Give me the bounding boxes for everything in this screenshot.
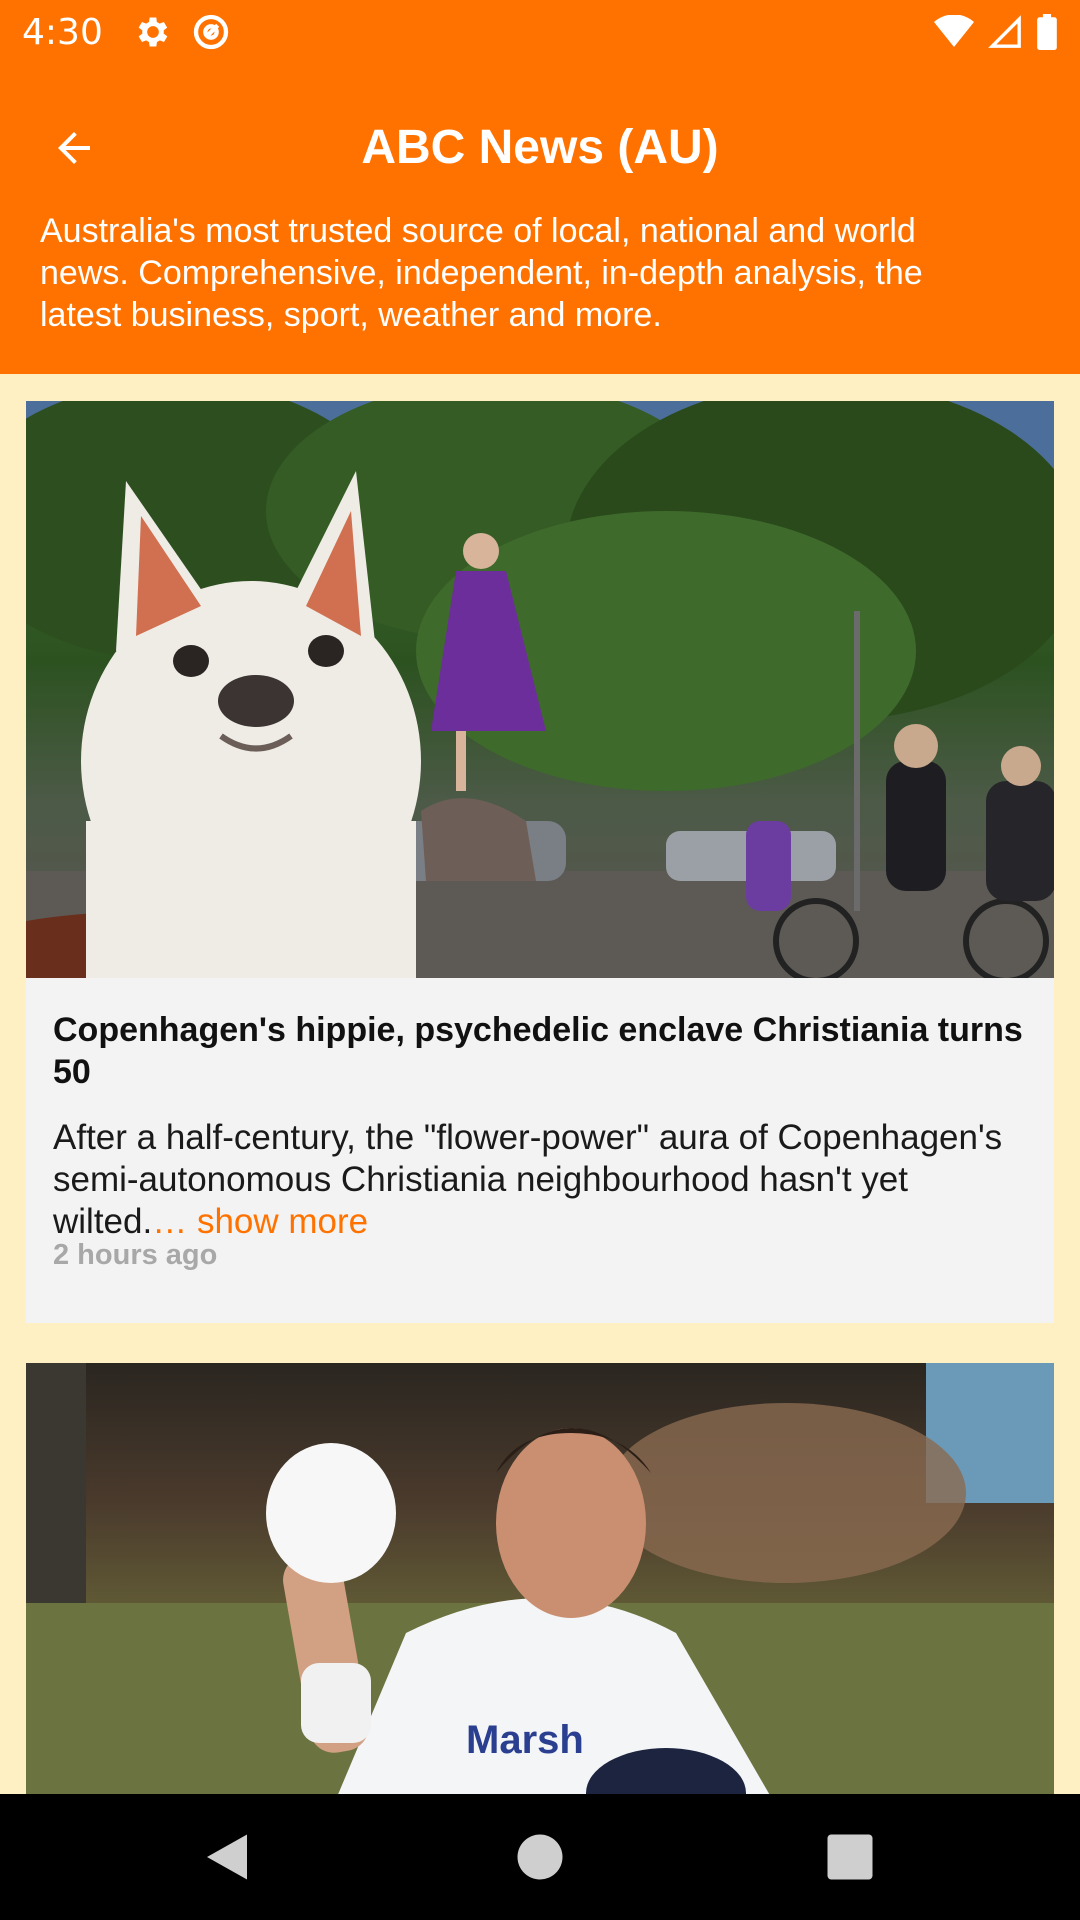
sponsor-text: Marsh (466, 1718, 584, 1762)
battery-icon (1037, 14, 1057, 50)
article-image (26, 401, 1054, 978)
status-bar: 4:30 (0, 0, 1080, 64)
article-photo (26, 401, 1054, 978)
page-title: ABC News (AU) (361, 121, 719, 174)
signal-icon (988, 15, 1021, 48)
article-timestamp: 2 hours ago (53, 1239, 218, 1271)
article-card[interactable]: Copenhagen's hippie, psychedelic enclave… (26, 401, 1054, 1323)
status-time: 4:30 (22, 11, 103, 53)
article-image: Marsh (26, 1363, 1054, 1794)
at-sign-icon (193, 14, 229, 50)
source-description: Australia's most trusted source of local… (40, 212, 923, 334)
show-more-link[interactable]: … show more (152, 1202, 368, 1241)
back-triangle-icon[interactable] (197, 1827, 257, 1887)
home-circle-icon[interactable] (510, 1827, 570, 1887)
article-photo: Marsh (26, 1363, 1054, 1794)
system-nav-bar (0, 1794, 1080, 1920)
article-card[interactable]: Marsh (26, 1363, 1054, 1794)
wifi-icon (934, 15, 974, 47)
article-headline[interactable]: Copenhagen's hippie, psychedelic enclave… (53, 1009, 1034, 1093)
gear-icon (138, 17, 168, 47)
article-summary: After a half-century, the "flower-power"… (53, 1117, 1034, 1243)
recents-square-icon[interactable] (820, 1827, 880, 1887)
app-bar: ABC News (AU) Australia's most trusted s… (0, 64, 1080, 374)
article-feed[interactable]: Copenhagen's hippie, psychedelic enclave… (0, 374, 1080, 1794)
